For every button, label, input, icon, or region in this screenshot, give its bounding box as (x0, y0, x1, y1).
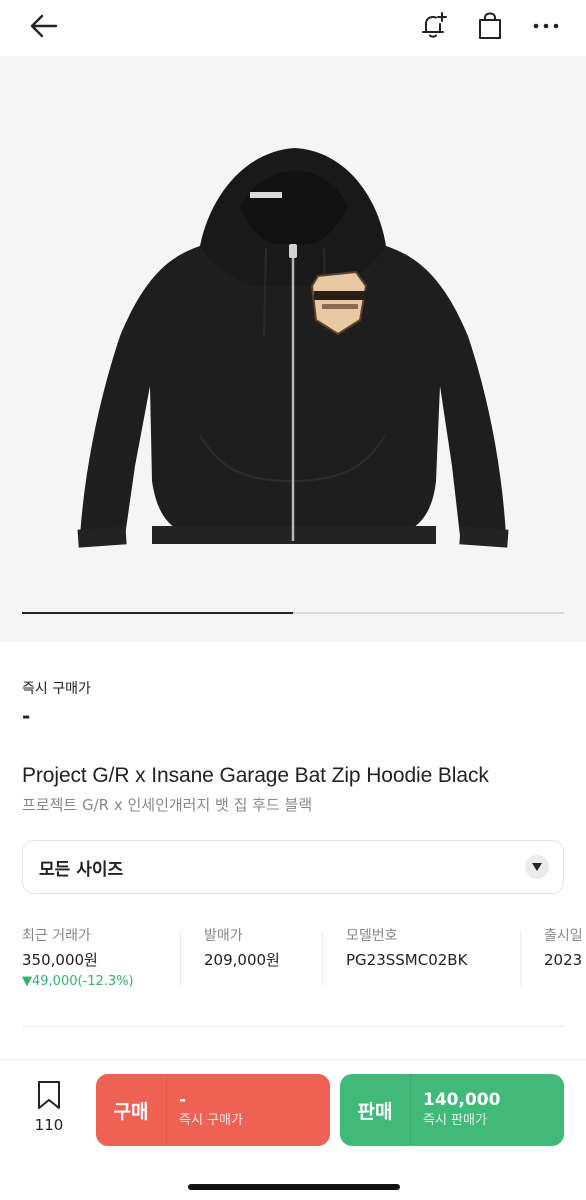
stat-value: 209,000원 (204, 951, 280, 969)
buy-price: - (179, 1090, 187, 1110)
back-button[interactable] (26, 8, 62, 44)
stat-divider (322, 930, 323, 986)
stat-label: 최근 거래가 (22, 928, 91, 944)
home-indicator (188, 1184, 400, 1190)
sell-sub-label: 즉시 판매가 (423, 1113, 487, 1128)
sell-label: 판매 (357, 1100, 393, 1123)
gallery-progress-track (22, 612, 564, 614)
stat-label: 발매가 (204, 928, 243, 944)
bookmark-button[interactable]: 110 (22, 1080, 76, 1150)
stat-release-date: 출시일 2023 (544, 926, 586, 996)
stat-release-price: 발매가 209,000원 (204, 926, 324, 996)
product-image (77, 148, 509, 548)
top-nav-bar (0, 0, 586, 56)
more-horizontal-icon (533, 23, 559, 29)
stat-value: 350,000원 (22, 951, 98, 969)
stat-label: 출시일 (544, 928, 583, 944)
stat-divider (520, 930, 521, 986)
price-change: ▼49,000(-12.3%) (22, 974, 134, 989)
bookmark-icon (38, 1081, 60, 1109)
stat-recent-trade: 최근 거래가 350,000원 ▼49,000(-12.3%) (22, 926, 172, 996)
shopping-bag-icon (479, 12, 501, 39)
more-button[interactable] (528, 8, 564, 44)
product-image-gallery[interactable] (0, 56, 586, 642)
sell-button[interactable]: 판매 140,000 즉시 판매가 (340, 1074, 564, 1146)
arrow-left-icon (30, 14, 58, 38)
bottom-action-bar: 110 구매 - 즉시 구매가 판매 140,000 즉시 판매가 (0, 1060, 586, 1200)
section-divider (22, 1026, 564, 1027)
size-select[interactable]: 모든 사이즈 (22, 840, 564, 894)
stat-label: 모델번호 (346, 928, 398, 944)
stat-value: PG23SSMC02BK (346, 951, 468, 969)
gallery-progress-fill (22, 612, 293, 614)
instant-buy-label: 즉시 구매가 (22, 681, 91, 697)
buy-button[interactable]: 구매 - 즉시 구매가 (96, 1074, 330, 1146)
product-title-en: Project G/R x Insane Garage Bat Zip Hood… (22, 764, 489, 787)
instant-buy-price: - (22, 704, 31, 728)
product-title-ko: 프로젝트 G/R x 인세인개러지 뱃 집 후드 블랙 (22, 796, 313, 814)
stat-value: 2023 (544, 951, 583, 969)
stat-model-number: 모델번호 PG23SSMC02BK (346, 926, 506, 996)
product-stats: 최근 거래가 350,000원 ▼49,000(-12.3%) 발매가 209,… (22, 926, 586, 996)
cart-button[interactable] (472, 8, 508, 44)
sell-price: 140,000 (423, 1090, 501, 1110)
stat-divider (180, 930, 181, 986)
buy-label: 구매 (113, 1100, 149, 1123)
size-select-value: 모든 사이즈 (39, 859, 124, 880)
caret-down-icon (525, 855, 549, 879)
buy-sub-label: 즉시 구매가 (179, 1113, 243, 1128)
price-alert-button[interactable] (416, 8, 452, 44)
bell-plus-icon (422, 12, 447, 38)
bookmark-count: 110 (34, 1116, 64, 1134)
